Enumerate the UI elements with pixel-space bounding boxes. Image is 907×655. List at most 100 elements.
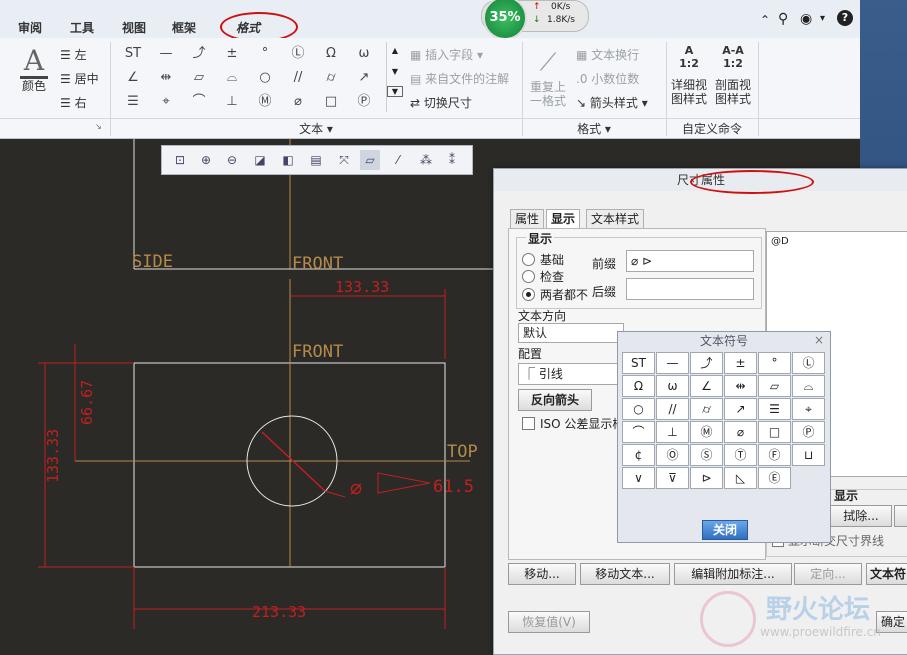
ribbon-symbol-item[interactable]: ⇹ xyxy=(155,68,177,88)
palette-symbol-item[interactable]: ☰ xyxy=(758,398,791,420)
palette-symbol-item[interactable]: ° xyxy=(758,352,791,374)
palette-symbol-item[interactable]: ω xyxy=(656,375,689,397)
leader-select[interactable]: ⎾ 引线 xyxy=(518,363,624,385)
palette-symbol-item[interactable]: ± xyxy=(724,352,757,374)
palette-symbol-item[interactable]: ⌓ xyxy=(792,375,825,397)
zoom-in-icon[interactable]: ⊕ xyxy=(196,150,216,170)
section-view-style-button[interactable]: A-A 1:2 剖面视 图样式 xyxy=(712,44,754,106)
palette-symbol-item[interactable]: Ω xyxy=(622,375,655,397)
tab-frame[interactable]: 框架 xyxy=(172,19,196,36)
arrow-style-button[interactable]: ↘ 箭头样式 ▾ xyxy=(576,94,648,111)
palette-symbol-item[interactable]: ∨ xyxy=(622,467,655,489)
palette-symbol-item[interactable]: — xyxy=(656,352,689,374)
palette-close-button[interactable]: 关闭 xyxy=(702,520,748,540)
palette-symbol-item[interactable]: ⌀ xyxy=(724,421,757,443)
scroll-down-icon[interactable]: ▼ xyxy=(387,67,403,76)
gallery-scroll[interactable]: ▲ ▼ ▼ xyxy=(386,42,403,112)
palette-symbol-item[interactable]: Ⓞ xyxy=(656,444,689,466)
radio-neither[interactable] xyxy=(522,288,535,301)
align-left-button[interactable]: ☰ 左 xyxy=(60,46,87,63)
annotation-display-icon[interactable]: ▱ xyxy=(360,150,380,170)
group-text-label[interactable]: 文本 ▾ xyxy=(110,118,522,139)
palette-symbol-item[interactable]: ⌖ xyxy=(792,398,825,420)
palette-symbol-item[interactable]: ST xyxy=(622,352,655,374)
decimal-places-button[interactable]: .0 小数位数 xyxy=(576,70,639,87)
ribbon-symbol-item[interactable]: Ω xyxy=(320,44,342,64)
collapse-ribbon-icon[interactable]: ⌃ xyxy=(760,13,770,27)
show-button[interactable] xyxy=(894,505,907,527)
community-icon[interactable]: ◉ xyxy=(800,11,812,27)
palette-symbol-item[interactable]: Ⓟ xyxy=(792,421,825,443)
ribbon-symbol-item[interactable]: ⊥ xyxy=(221,92,243,112)
tab-display[interactable]: 显示 xyxy=(546,209,581,228)
palette-symbol-item[interactable]: ⊽ xyxy=(656,467,689,489)
refit-icon[interactable]: ⊡ xyxy=(170,150,190,170)
help-icon[interactable]: ? xyxy=(837,10,853,26)
ribbon-symbol-item[interactable]: ⌭ xyxy=(320,68,342,88)
ribbon-symbol-item[interactable]: □ xyxy=(320,92,342,112)
text-direction-select[interactable]: 默认 xyxy=(518,323,624,343)
tab-view[interactable]: 视图 xyxy=(122,19,146,36)
palette-symbol-item[interactable]: Ⓛ xyxy=(792,352,825,374)
ribbon-symbol-item[interactable]: — xyxy=(155,44,177,64)
palette-symbol-item[interactable]: ∠ xyxy=(690,375,723,397)
palette-symbol-item[interactable]: ○ xyxy=(622,398,655,420)
ribbon-symbol-item[interactable]: ↗ xyxy=(353,68,375,88)
ribbon-symbol-item[interactable]: ⌒ xyxy=(188,92,210,112)
orient-button[interactable]: 定向... xyxy=(794,563,862,585)
group-format-label[interactable]: 格式 ▾ xyxy=(522,118,666,139)
palette-symbol-item[interactable]: ⌭ xyxy=(690,398,723,420)
toggle-dimension-button[interactable]: ⇄ 切换尺寸 xyxy=(410,94,472,111)
ribbon-symbol-item[interactable]: ▱ xyxy=(188,68,210,88)
ribbon-symbol-item[interactable]: ∠ xyxy=(122,68,144,88)
tab-text-style[interactable]: 文本样式 xyxy=(586,209,645,228)
prefix-input[interactable]: ⌀ ⊳ xyxy=(626,250,754,272)
palette-symbol-item[interactable]: Ⓔ xyxy=(758,467,791,489)
text-color-button[interactable]: A 颜色 xyxy=(14,46,54,93)
datum-display-icon[interactable]: ⤧ xyxy=(334,150,354,170)
zoom-out-icon[interactable]: ⊖ xyxy=(222,150,242,170)
ribbon-symbol-item[interactable]: Ⓛ xyxy=(287,44,309,64)
palette-close-icon[interactable]: × xyxy=(814,333,824,347)
iso-checkbox[interactable] xyxy=(522,417,535,430)
ribbon-symbol-item[interactable]: ⌓ xyxy=(221,68,243,88)
edit-attach-button[interactable]: 编辑附加标注... xyxy=(674,563,792,585)
move-button[interactable]: 移动... xyxy=(508,563,576,585)
ribbon-symbol-item[interactable]: Ⓟ xyxy=(353,92,375,112)
display-style-icon[interactable]: ◧ xyxy=(278,150,298,170)
palette-symbol-item[interactable]: Ⓜ xyxy=(690,421,723,443)
reverse-arrow-button[interactable]: 反向箭头 xyxy=(518,389,592,411)
text-wrap-button[interactable]: ▦ 文本换行 xyxy=(576,46,639,63)
erase-button[interactable]: 拭除... xyxy=(830,505,892,527)
palette-symbol-item[interactable]: ⊔ xyxy=(792,444,825,466)
ribbon-symbol-item[interactable]: ○ xyxy=(254,68,276,88)
palette-symbol-item[interactable]: ◺ xyxy=(724,467,757,489)
text-symbol-button[interactable]: 文本符 xyxy=(866,563,907,585)
ribbon-symbol-item[interactable]: ° xyxy=(254,44,276,64)
radio-basic[interactable] xyxy=(522,253,535,266)
suffix-input[interactable] xyxy=(626,278,754,300)
palette-symbol-item[interactable]: // xyxy=(656,398,689,420)
ribbon-symbol-item[interactable]: // xyxy=(287,68,309,88)
tab-properties[interactable]: 属性 xyxy=(510,209,545,228)
align-center-button[interactable]: ☰ 居中 xyxy=(60,70,99,87)
palette-symbol-item[interactable]: ⊥ xyxy=(656,421,689,443)
palette-symbol-item[interactable]: Ⓢ xyxy=(690,444,723,466)
ribbon-symbol-item[interactable]: ⌀ xyxy=(287,92,309,112)
ribbon-symbol-item[interactable]: ± xyxy=(221,44,243,64)
restore-values-button[interactable]: 恢复值(V) xyxy=(508,611,590,633)
ribbon-symbol-item[interactable]: Ⓜ xyxy=(254,92,276,112)
repeat-format-button[interactable]: ⟋ 重复上 一格式 xyxy=(526,44,570,108)
point-display-icon[interactable]: ⁄ xyxy=(388,150,408,170)
ribbon-symbol-item[interactable]: ω xyxy=(353,44,375,64)
axis-display-icon[interactable]: ⁂ xyxy=(416,150,436,170)
gallery-expand-icon[interactable]: ▼ xyxy=(387,86,403,97)
palette-symbol-item[interactable]: Ⓣ xyxy=(724,444,757,466)
align-right-button[interactable]: ☰ 右 xyxy=(60,94,87,111)
palette-symbol-item[interactable]: □ xyxy=(758,421,791,443)
note-from-file-button[interactable]: ▤ 来自文件的注解 xyxy=(410,70,509,87)
palette-symbol-item[interactable]: Ⓕ xyxy=(758,444,791,466)
radio-inspect[interactable] xyxy=(522,270,535,283)
ribbon-symbol-item[interactable]: ⌖ xyxy=(155,92,177,112)
repaint-icon[interactable]: ◪ xyxy=(250,150,270,170)
